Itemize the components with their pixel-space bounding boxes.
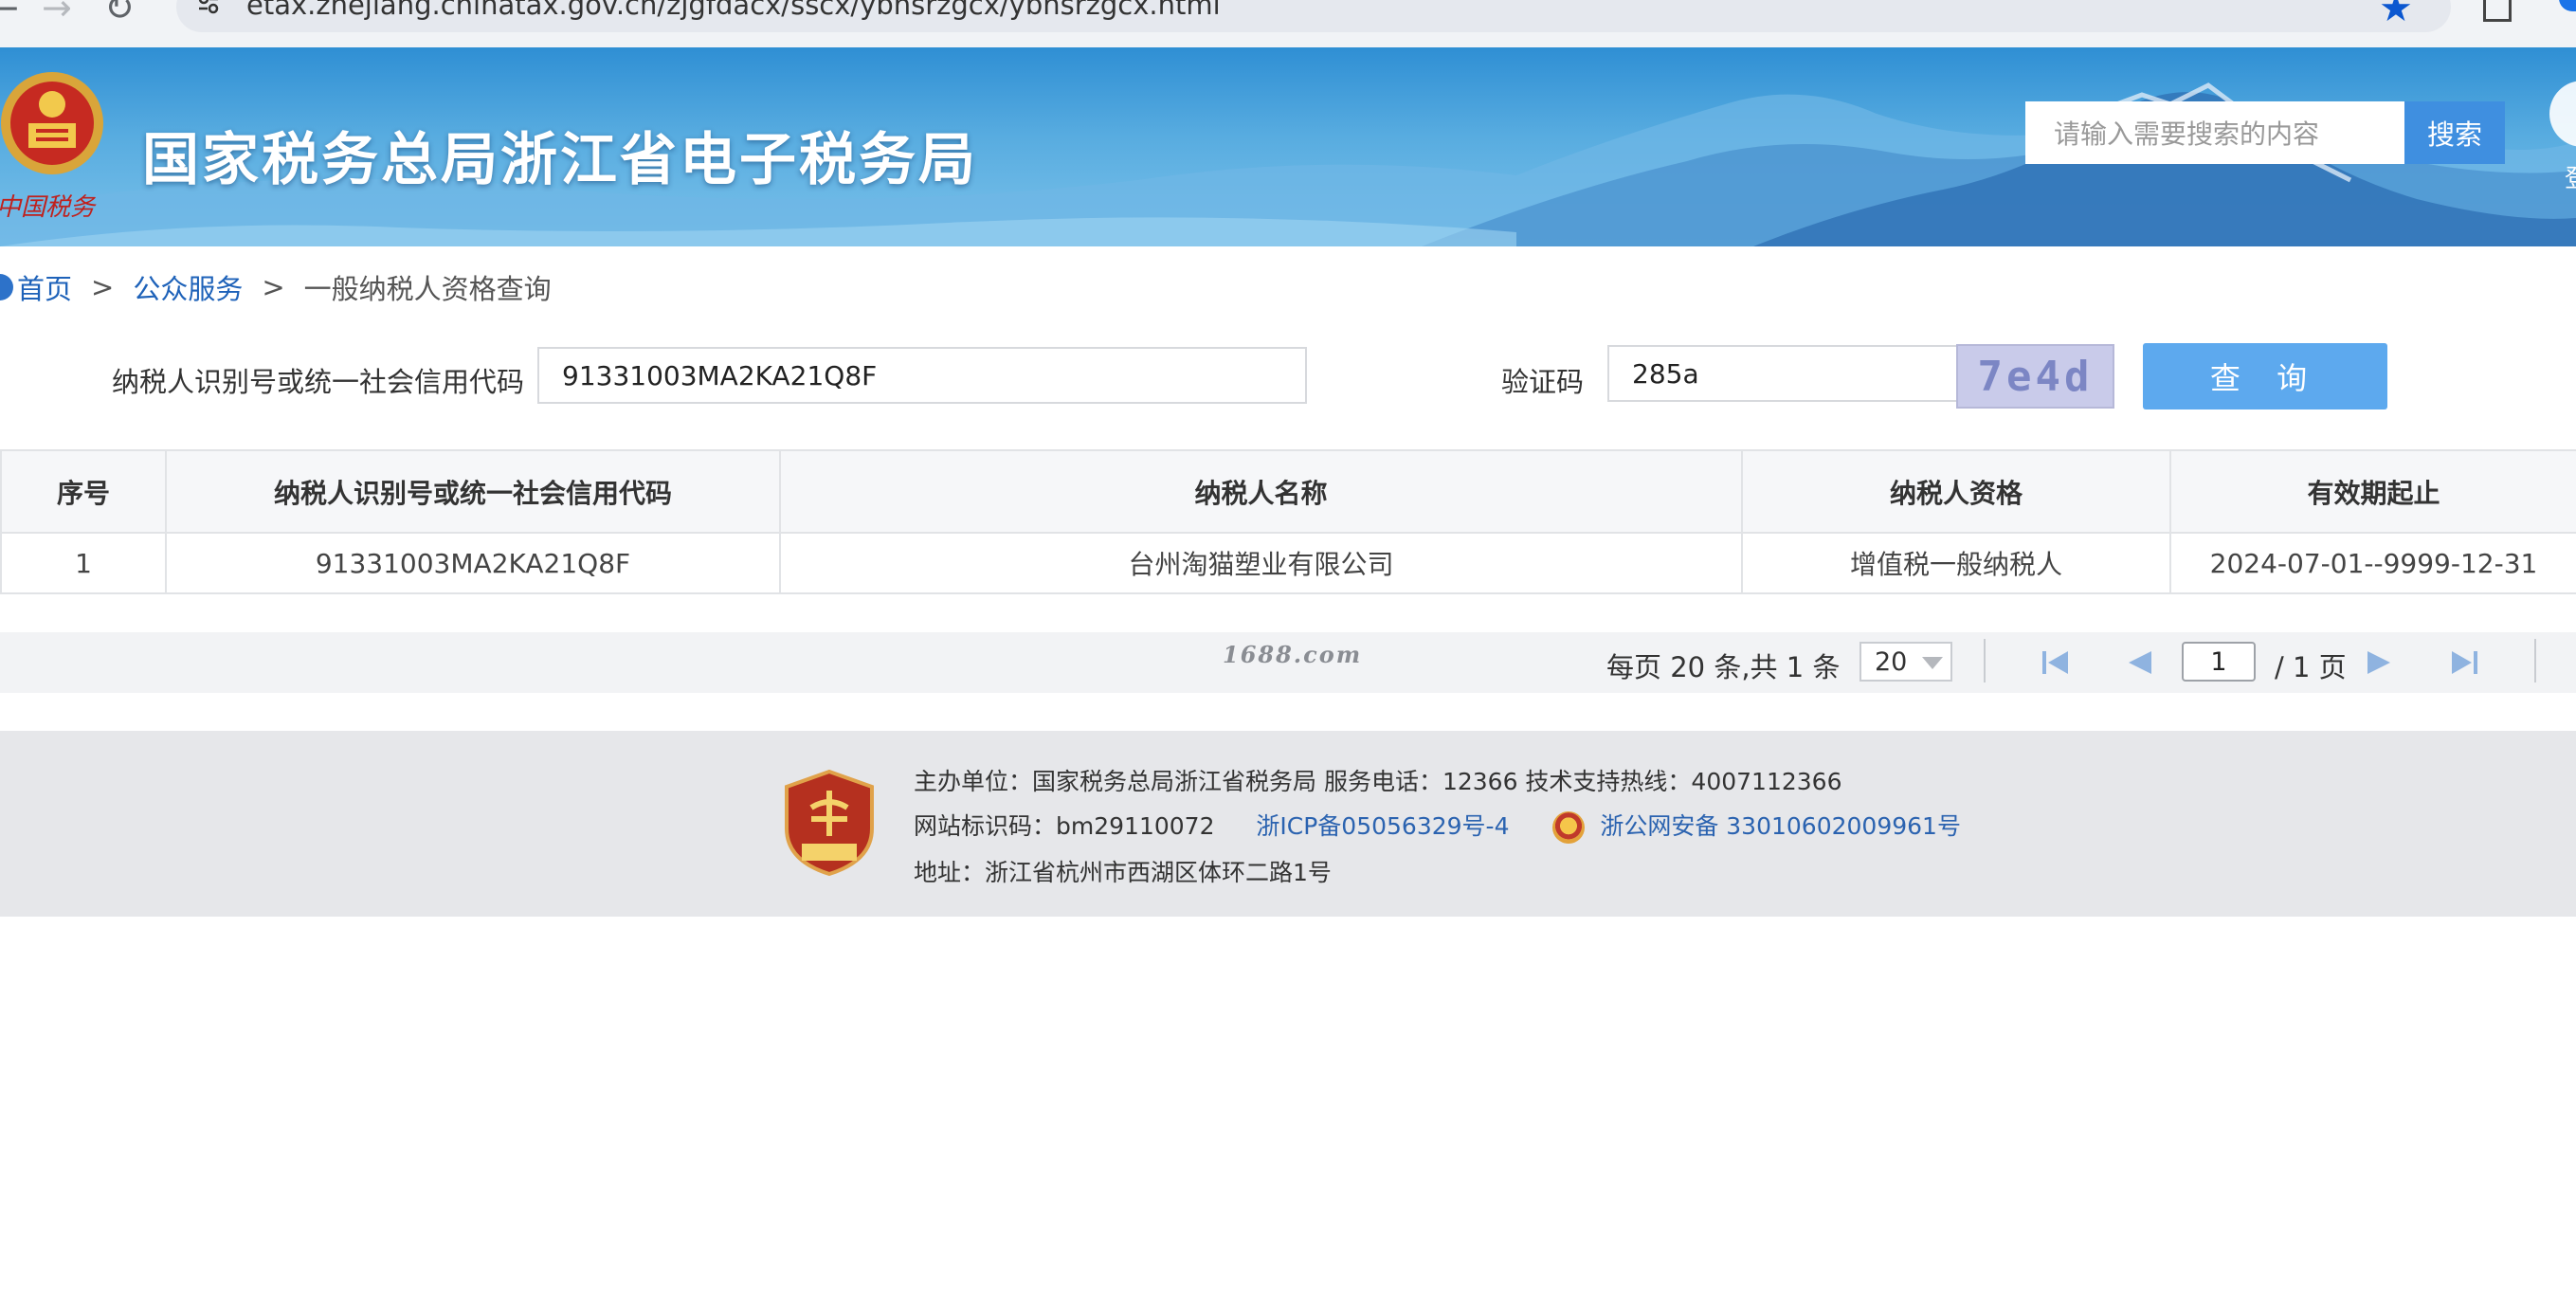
forward-icon[interactable]: →: [42, 0, 72, 28]
captcha-image[interactable]: 7e4d: [1956, 344, 2114, 409]
site-info-icon[interactable]: [197, 0, 220, 15]
cell-index: 1: [0, 532, 167, 594]
extensions-icon[interactable]: [2483, 0, 2512, 22]
pager-divider: [2534, 639, 2536, 682]
taxpayer-id-label: 纳税人识别号或统一社会信用代码: [112, 366, 525, 398]
cell-validity: 2024-07-01--9999-12-31: [2169, 532, 2576, 594]
watermark: 1688.com: [1223, 641, 1363, 668]
breadcrumb-marker-icon: [0, 274, 13, 300]
profile-icon[interactable]: [2559, 0, 2576, 11]
brand-signature: 中国税务: [0, 193, 96, 222]
search-button[interactable]: 搜索: [2404, 101, 2505, 164]
breadcrumb-separator: >: [262, 271, 285, 303]
taxpayer-id-input[interactable]: 91331003MA2KA21Q8F: [537, 347, 1307, 404]
captcha-label: 验证码: [1501, 366, 1585, 398]
police-badge-icon: [1552, 811, 1586, 844]
header-qualification: 纳税人资格: [1741, 449, 2171, 534]
emblem-icon: [1, 72, 103, 174]
header-validity: 有效期起止: [2169, 449, 2576, 534]
page-size-value: 20: [1875, 646, 1908, 677]
header-taxpayer-id: 纳税人识别号或统一社会信用代码: [165, 449, 781, 534]
footer-line-registration: 网站标识码：bm29110072 浙ICP备05056329号-4 浙公网安备 …: [914, 808, 1961, 844]
captcha-input[interactable]: 285a: [1607, 345, 1958, 402]
pager-divider: [1984, 639, 1986, 682]
breadcrumb-section-link[interactable]: 公众服务: [133, 267, 243, 307]
search-input[interactable]: 请输入需要搜索的内容: [2025, 101, 2404, 164]
last-page-icon[interactable]: [2448, 648, 2480, 677]
page-size-select[interactable]: 20: [1859, 642, 1952, 682]
cell-qualification: 增值税一般纳税人: [1741, 532, 2171, 594]
star-icon[interactable]: ★: [2379, 0, 2413, 30]
icp-link[interactable]: 浙ICP备05056329号-4: [1256, 812, 1509, 840]
party-badge-icon[interactable]: [783, 770, 876, 876]
url-text[interactable]: etax.zhejiang.chinatax.gov.cn/zjgfdacx/s…: [246, 0, 1221, 21]
header-index: 序号: [0, 449, 167, 534]
site-title: 国家税务总局浙江省电子税务局: [142, 127, 978, 193]
footer-site-id: 网站标识码：bm29110072: [914, 812, 1215, 840]
header-taxpayer-name: 纳税人名称: [779, 449, 1743, 534]
table-header-row: 序号 纳税人识别号或统一社会信用代码 纳税人名称 纳税人资格 有效期起止: [0, 449, 2576, 534]
login-label[interactable]: 登: [2565, 159, 2576, 194]
chevron-down-icon: [1922, 657, 1943, 669]
footer-line-organizer: 主办单位：国家税务总局浙江省税务局 服务电话：12366 技术支持热线：4007…: [914, 768, 1842, 795]
footer-address: 地址：浙江省杭州市西湖区体环二路1号: [914, 859, 1332, 886]
address-bar[interactable]: etax.zhejiang.chinatax.gov.cn/zjgfdacx/s…: [176, 0, 2451, 32]
next-page-icon[interactable]: [2364, 648, 2396, 677]
page-info: 每页 20 条,共 1 条: [1606, 651, 1841, 683]
breadcrumb-separator: >: [91, 271, 115, 303]
query-button[interactable]: 查 询: [2143, 343, 2387, 409]
results-table: 序号 纳税人识别号或统一社会信用代码 纳税人名称 纳税人资格 有效期起止 1 9…: [0, 449, 2576, 594]
breadcrumb-current: 一般纳税人资格查询: [303, 273, 552, 305]
total-pages: / 1 页: [2275, 651, 2347, 683]
cell-taxpayer-id: 91331003MA2KA21Q8F: [165, 532, 781, 594]
page-number-input[interactable]: 1: [2182, 642, 2256, 682]
back-icon[interactable]: ←: [0, 0, 19, 28]
reload-icon[interactable]: ↻: [104, 0, 135, 28]
table-row: 1 91331003MA2KA21Q8F 台州淘猫塑业有限公司 增值税一般纳税人…: [0, 532, 2576, 594]
browser-toolbar: ← → ↻ etax.zhejiang.chinatax.gov.cn/zjgf…: [0, 0, 2576, 47]
cell-taxpayer-name: 台州淘猫塑业有限公司: [779, 532, 1743, 594]
breadcrumb: 首页 > 公众服务 > 一般纳税人资格查询: [0, 267, 552, 307]
first-page-icon[interactable]: [2040, 648, 2072, 677]
prev-page-icon[interactable]: [2123, 648, 2155, 677]
police-registration-link[interactable]: 浙公网安备 33010602009961号: [1600, 812, 1961, 840]
header-banner: 中国税务 国家税务总局浙江省电子税务局 请输入需要搜索的内容 搜索 登: [0, 47, 2576, 246]
breadcrumb-home-link[interactable]: 首页: [17, 267, 72, 307]
